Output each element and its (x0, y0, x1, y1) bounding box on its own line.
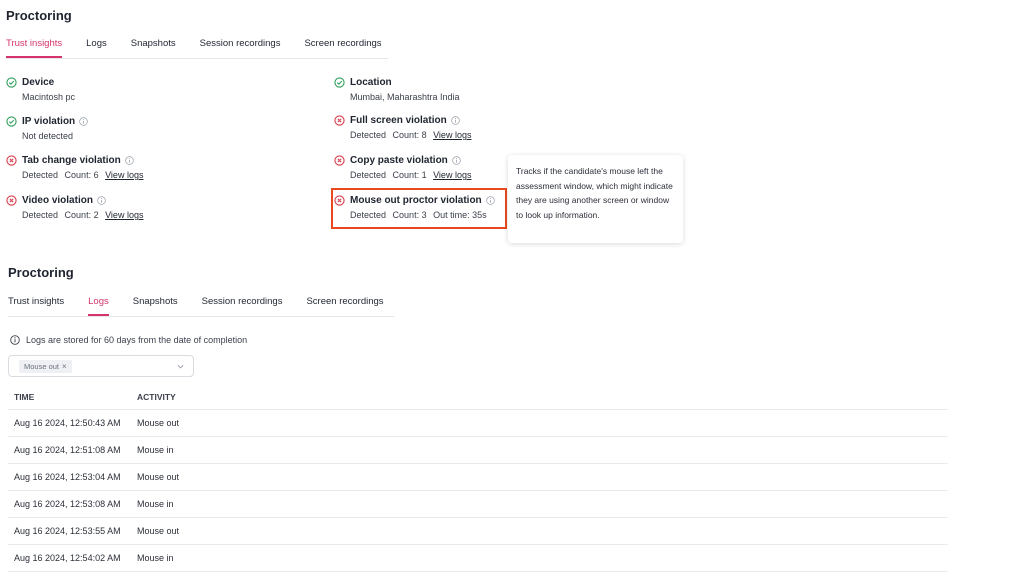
logs-retention-note: Logs are stored for 60 days from the dat… (10, 335, 247, 345)
insight-ip-violation: IP violation Not detected (6, 114, 88, 141)
row-time: Aug 16 2024, 12:51:08 AM (14, 445, 121, 455)
logs-note-text: Logs are stored for 60 days from the dat… (26, 335, 248, 345)
x-circle-icon (6, 194, 17, 206)
table-header: TIME ACTIVITY (8, 384, 948, 410)
insight-detail: Macintosh pc (22, 92, 76, 102)
info-icon[interactable] (124, 155, 134, 165)
table-row: Aug 16 2024, 12:53:04 AM Mouse out (8, 464, 948, 491)
insight-detail: Not detected (22, 131, 74, 141)
count-label: Count: 6 (64, 170, 99, 180)
tab-screen-recordings[interactable]: Screen recordings (304, 38, 381, 58)
row-time: Aug 16 2024, 12:53:04 AM (14, 472, 121, 482)
row-activity: Mouse out (137, 418, 180, 428)
insight-title: Location (350, 76, 392, 88)
insight-detail: Detected Count: 6 View logs (22, 170, 147, 180)
count-label: Count: 1 (392, 170, 427, 180)
column-header-time: TIME (14, 391, 35, 402)
highlight-box (331, 188, 507, 229)
info-icon[interactable] (450, 115, 460, 125)
row-activity: Mouse in (137, 499, 174, 509)
count-label: Count: 8 (392, 130, 427, 140)
tab-logs[interactable]: Logs (86, 38, 107, 58)
row-activity: Mouse out (137, 472, 180, 482)
check-circle-icon (6, 115, 17, 127)
activity-filter-select[interactable]: Mouse out × (8, 355, 194, 377)
view-logs-link[interactable]: View logs (433, 170, 471, 180)
table-row: Aug 16 2024, 12:53:08 AM Mouse in (8, 491, 948, 518)
table-row: Aug 16 2024, 12:53:55 AM Mouse out (8, 518, 948, 545)
view-logs-link[interactable]: View logs (105, 210, 143, 220)
x-circle-icon (6, 154, 17, 166)
info-icon[interactable] (452, 155, 461, 165)
insight-device: Device Macintosh pc (6, 75, 75, 102)
x-circle-icon (334, 114, 345, 126)
detected-label: Detected (22, 210, 59, 220)
row-time: Aug 16 2024, 12:54:02 AM (14, 553, 121, 563)
table-row: Aug 16 2024, 12:50:43 AM Mouse out (8, 410, 948, 437)
insight-full-screen-violation: Full screen violation Detected Count: 8 … (334, 113, 475, 140)
row-activity: Mouse in (137, 445, 174, 455)
view-logs-link[interactable]: View logs (105, 170, 143, 180)
row-time: Aug 16 2024, 12:50:43 AM (14, 418, 121, 428)
detected-label: Detected (22, 170, 59, 180)
insight-title: Full screen violation (350, 114, 447, 126)
count-label: Count: 2 (64, 210, 99, 220)
insight-detail: Detected Count: 1 View logs (350, 170, 475, 180)
insight-copy-paste-violation: Copy paste violation Detected Count: 1 V… (334, 153, 475, 180)
info-icon[interactable] (79, 116, 88, 126)
tabs-bar: Trust insights Logs Snapshots Session re… (8, 296, 394, 317)
insight-detail: Detected Count: 2 View logs (22, 210, 147, 220)
page-title: Proctoring (8, 265, 74, 280)
check-circle-icon (6, 76, 17, 88)
filter-chip-label: Mouse out (24, 362, 60, 371)
tab-logs[interactable]: Logs (88, 296, 109, 316)
insight-video-violation: Video violation Detected Count: 2 View l… (6, 193, 147, 220)
insight-location: Location Mumbai, Maharashtra India (334, 75, 460, 102)
row-activity: Mouse in (137, 553, 174, 563)
chevron-down-icon[interactable] (176, 362, 185, 371)
row-time: Aug 16 2024, 12:53:55 AM (14, 526, 121, 536)
tab-snapshots[interactable]: Snapshots (133, 296, 178, 316)
view-logs-link[interactable]: View logs (433, 130, 471, 140)
chip-remove-icon[interactable]: × (62, 360, 67, 373)
row-activity: Mouse out (137, 526, 180, 536)
insight-detail: Detected Count: 8 View logs (350, 130, 475, 140)
info-icon (10, 335, 20, 345)
logs-table: TIME ACTIVITY Aug 16 2024, 12:50:43 AM M… (8, 384, 948, 572)
filter-chip: Mouse out × (19, 360, 72, 373)
tab-session-recordings[interactable]: Session recordings (200, 38, 281, 58)
tab-session-recordings[interactable]: Session recordings (202, 296, 283, 316)
insight-detail: Mumbai, Maharashtra India (350, 92, 460, 102)
tab-trust-insights[interactable]: Trust insights (6, 38, 63, 58)
info-tooltip: Tracks if the candidate's mouse left the… (508, 155, 683, 243)
table-row: Aug 16 2024, 12:51:08 AM Mouse in (8, 437, 948, 464)
tab-screen-recordings[interactable]: Screen recordings (306, 296, 383, 316)
table-row: Aug 16 2024, 12:54:02 AM Mouse in (8, 545, 948, 572)
detected-label: Detected (350, 130, 387, 140)
insight-tab-change-violation: Tab change violation Detected Count: 6 V… (6, 153, 147, 180)
info-icon[interactable] (97, 195, 106, 205)
tabs-bar: Trust insights Logs Snapshots Session re… (6, 38, 388, 59)
insight-title: Copy paste violation (350, 154, 448, 166)
tab-snapshots[interactable]: Snapshots (131, 38, 176, 58)
page-title: Proctoring (6, 8, 72, 23)
tab-trust-insights[interactable]: Trust insights (8, 296, 64, 316)
column-header-activity: ACTIVITY (137, 391, 176, 402)
detected-label: Detected (350, 170, 387, 180)
x-circle-icon (334, 154, 345, 166)
insight-title: IP violation (22, 115, 76, 127)
insight-title: Device (22, 76, 55, 88)
insight-title: Video violation (22, 194, 93, 206)
row-time: Aug 16 2024, 12:53:08 AM (14, 499, 121, 509)
check-circle-icon (334, 76, 345, 88)
insight-title: Tab change violation (22, 154, 121, 166)
